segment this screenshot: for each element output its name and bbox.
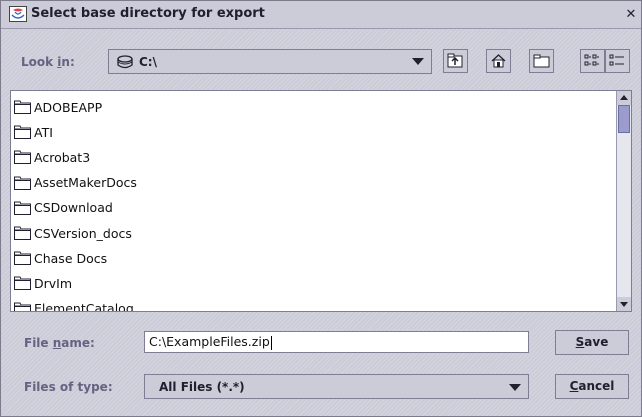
look-in-value: C:\ [139, 55, 157, 69]
details-view-button[interactable] [605, 49, 630, 73]
list-item[interactable]: ADOBEAPP [14, 95, 102, 119]
file-name: CSDownload [34, 200, 113, 216]
folder-icon [14, 226, 31, 240]
file-name: AssetMakerDocs [34, 175, 137, 191]
java-app-icon [9, 6, 27, 22]
folder-icon [14, 251, 31, 266]
files-of-type-label: Files of type: [24, 380, 113, 394]
file-name: DrvIm [34, 275, 73, 291]
file-name: CSVersion_docs [34, 225, 132, 241]
window-title: Select base directory for export [31, 6, 265, 21]
close-icon[interactable]: ✕ [623, 7, 639, 22]
file-name-value: C:\ExampleFiles.zip [149, 334, 270, 349]
drive-icon [117, 55, 133, 69]
file-name-label: File name: [24, 336, 95, 350]
file-name: Acrobat3 [34, 149, 91, 165]
list-view-icon [584, 54, 599, 66]
folder-icon [14, 100, 31, 114]
folder-icon [14, 125, 31, 140]
list-item[interactable]: Chase Docs [14, 246, 107, 270]
folder-icon [14, 176, 31, 190]
file-list[interactable]: ADOBEAPP ATI Acrobat3 AssetMakerDocs CSDownl… [10, 90, 632, 312]
folder-icon [14, 276, 31, 291]
up-one-level-button[interactable] [443, 49, 468, 73]
title-bar[interactable]: Select base directory for export ✕ [1, 1, 641, 29]
files-of-type-value: All Files (*.*) [159, 380, 245, 394]
list-item[interactable]: CSVersion_docs [14, 221, 132, 245]
text-caret [270, 335, 272, 350]
list-item[interactable]: Acrobat3 [14, 145, 90, 169]
file-chooser-dialog: Select base directory for export ✕ Look … [0, 0, 642, 417]
list-item[interactable]: ElementCatalog [14, 297, 134, 312]
folder-icon [14, 201, 31, 215]
scroll-down-arrow-icon[interactable] [617, 297, 631, 311]
chevron-down-icon[interactable] [412, 58, 424, 65]
file-name: Chase Docs [34, 250, 108, 266]
up-folder-icon [447, 53, 463, 68]
file-name-input[interactable]: C:\ExampleFiles.zip [144, 331, 529, 353]
new-folder-button[interactable] [529, 49, 554, 73]
home-button[interactable] [486, 49, 511, 73]
file-name: ElementCatalog [34, 301, 134, 312]
folder-icon [14, 302, 31, 311]
files-of-type-combobox[interactable]: All Files (*.*) [144, 374, 529, 399]
list-view-button[interactable] [580, 49, 605, 73]
scroll-up-arrow-icon[interactable] [617, 91, 631, 105]
vertical-scrollbar[interactable] [616, 91, 631, 311]
save-button[interactable]: Save [555, 330, 629, 355]
list-item[interactable]: DrvIm [14, 271, 72, 295]
file-name: ADOBEAPP [34, 99, 103, 115]
list-item[interactable]: CSDownload [14, 196, 113, 220]
list-item[interactable]: AssetMakerDocs [14, 171, 137, 195]
look-in-label: Look in: [21, 55, 75, 69]
look-in-combobox[interactable]: C:\ [108, 49, 432, 74]
list-item[interactable]: ATI [14, 120, 53, 144]
scrollbar-thumb[interactable] [618, 105, 630, 133]
chevron-down-icon[interactable] [509, 384, 521, 391]
new-folder-icon [533, 54, 550, 68]
home-icon [491, 54, 506, 68]
cancel-button[interactable]: Cancel [555, 374, 629, 399]
details-view-icon [609, 54, 624, 66]
folder-icon [14, 150, 31, 165]
file-name: ATI [34, 124, 53, 140]
